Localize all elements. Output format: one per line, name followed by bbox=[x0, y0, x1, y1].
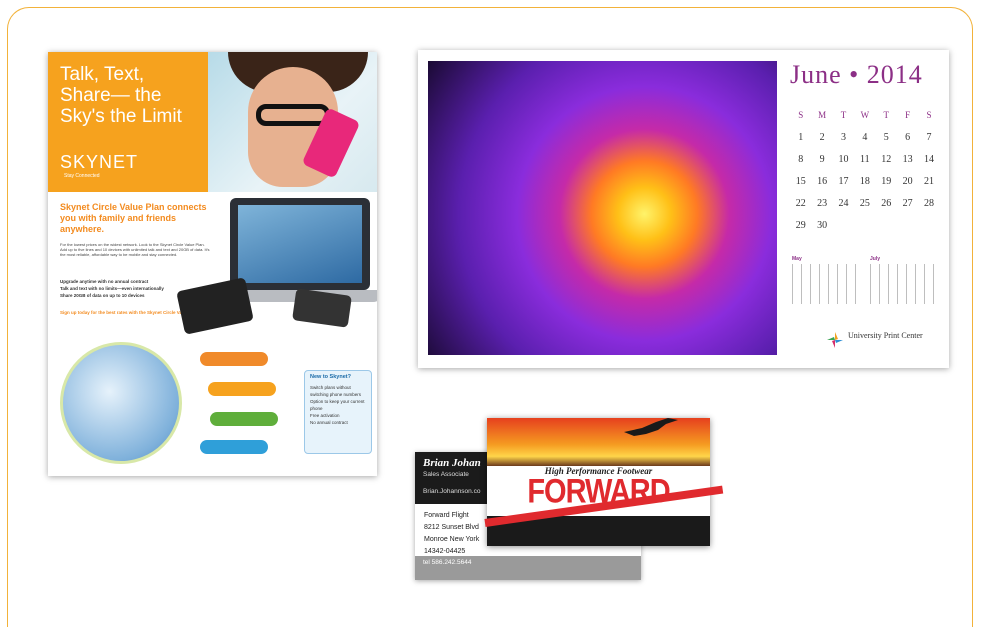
calendar-mini-month-title: July bbox=[870, 256, 881, 262]
calendar-dow: M bbox=[818, 110, 827, 120]
calendar-day: 17 bbox=[838, 176, 849, 187]
calendar-day: 12 bbox=[881, 154, 892, 165]
business-card-phone: tel 586.242.5644 bbox=[423, 559, 472, 566]
calendar-week: 22 23 24 25 26 27 28 bbox=[790, 198, 940, 220]
business-card-address-line: Monroe New York bbox=[424, 536, 480, 543]
flyer-laptop-screen bbox=[238, 205, 362, 283]
calendar-week: 8 9 10 11 12 13 14 bbox=[790, 154, 940, 176]
calendar-dow: S bbox=[798, 110, 804, 120]
business-card-email: Brian.Johannson.co bbox=[423, 488, 481, 495]
calendar-day: 1 bbox=[798, 132, 804, 143]
calendar-dow-row: S M T W T F S bbox=[790, 110, 940, 132]
business-card-address: Forward Flight 8212 Sunset Blvd Monroe N… bbox=[424, 510, 479, 558]
calendar-day: 19 bbox=[881, 176, 892, 187]
flyer-new-box-item: Free activation bbox=[310, 413, 340, 418]
business-card-name: Brian Johan bbox=[423, 457, 481, 469]
calendar-day: 24 bbox=[838, 198, 849, 209]
calendar-day: 7 bbox=[926, 132, 932, 143]
calendar-mini-month-grid bbox=[870, 264, 938, 304]
flyer-feature-pill bbox=[210, 412, 278, 426]
calendar-day: 22 bbox=[795, 198, 806, 209]
runner-silhouette-icon bbox=[624, 418, 678, 436]
calendar-day: 16 bbox=[817, 176, 828, 187]
calendar-day: 8 bbox=[798, 154, 804, 165]
calendar-day: 20 bbox=[902, 176, 913, 187]
flyer-photo-glasses bbox=[256, 104, 330, 126]
calendar-day: 23 bbox=[817, 198, 828, 209]
calendar-month-grid: S M T W T F S 1 2 3 4 5 6 7 8 9 10 11 12… bbox=[790, 110, 940, 242]
calendar-title: June • 2014 bbox=[790, 60, 923, 89]
flyer-new-box-title: New to Skynet? bbox=[310, 374, 351, 380]
calendar-day: 30 bbox=[817, 220, 828, 231]
flyer-headline: Talk, Text, Share— the Sky's the Limit bbox=[60, 64, 182, 127]
calendar-day: 9 bbox=[819, 154, 825, 165]
university-print-center-logo-text: University Print Center bbox=[848, 331, 923, 340]
calendar-day: 3 bbox=[840, 132, 846, 143]
calendar-day bbox=[918, 220, 939, 242]
calendar-week: 29 30 bbox=[790, 220, 940, 242]
university-print-center-logo-icon bbox=[827, 332, 843, 348]
calendar-day: 5 bbox=[883, 132, 889, 143]
flyer-subhead: Skynet Circle Value Plan connects you wi… bbox=[60, 202, 207, 234]
calendar-day: 10 bbox=[838, 154, 849, 165]
flyer-feature-pill bbox=[200, 440, 268, 454]
calendar-day: 25 bbox=[859, 198, 870, 209]
calendar-day: 14 bbox=[924, 154, 935, 165]
calendar-day bbox=[897, 220, 918, 242]
flyer-new-box-item: Option to keep your current phone bbox=[310, 399, 365, 411]
calendar-dow: F bbox=[905, 110, 911, 120]
calendar-day: 18 bbox=[859, 176, 870, 187]
calendar-week: 15 16 17 18 19 20 21 bbox=[790, 176, 940, 198]
calendar-day: 6 bbox=[905, 132, 911, 143]
calendar-day bbox=[854, 220, 875, 242]
calendar-day: 29 bbox=[795, 220, 806, 231]
business-card-address-line: 8212 Sunset Blvd bbox=[424, 524, 479, 531]
calendar-day: 11 bbox=[860, 154, 870, 165]
flyer-globe bbox=[60, 342, 182, 464]
calendar-dow: W bbox=[860, 110, 870, 120]
calendar-day bbox=[833, 220, 854, 242]
calendar-week: 1 2 3 4 5 6 7 bbox=[790, 132, 940, 154]
flyer-feature-pill bbox=[208, 382, 276, 396]
calendar-flower-photo bbox=[428, 61, 777, 355]
business-card-role: Sales Associate bbox=[423, 471, 469, 478]
calendar-dow: S bbox=[926, 110, 932, 120]
flyer-new-box-item: No annual contract bbox=[310, 420, 348, 425]
flyer-phone bbox=[292, 288, 352, 328]
calendar-mini-month-title: May bbox=[792, 256, 802, 262]
calendar-day bbox=[876, 220, 897, 242]
calendar-day: 28 bbox=[924, 198, 935, 209]
flyer-logo: SKYNET bbox=[60, 152, 139, 172]
calendar-day: 2 bbox=[819, 132, 825, 143]
calendar-mini-month-grid bbox=[792, 264, 856, 304]
calendar-day: 26 bbox=[881, 198, 892, 209]
business-card-address-line: Forward Flight bbox=[424, 512, 469, 519]
calendar-day: 13 bbox=[902, 154, 913, 165]
flyer-logo-tagline: Stay Connected bbox=[64, 173, 100, 179]
calendar-dow: T bbox=[840, 110, 847, 120]
flyer-new-box-list: Switch plans without switching phone num… bbox=[310, 384, 368, 426]
flyer-sample[interactable]: Talk, Text, Share— the Sky's the Limit S… bbox=[48, 52, 377, 476]
calendar-day: 21 bbox=[924, 176, 935, 187]
flyer-feature-pill bbox=[200, 352, 268, 366]
flyer-new-box-item: Switch plans without switching phone num… bbox=[310, 385, 362, 397]
flyer-body: For the lowest prices on the widest netw… bbox=[60, 242, 210, 257]
calendar-day: 27 bbox=[902, 198, 913, 209]
calendar-dow: T bbox=[883, 110, 890, 120]
calendar-day: 15 bbox=[795, 176, 806, 187]
flyer-bullet: Upgrade anytime with no annual contract bbox=[60, 279, 149, 284]
calendar-day: 4 bbox=[862, 132, 868, 143]
